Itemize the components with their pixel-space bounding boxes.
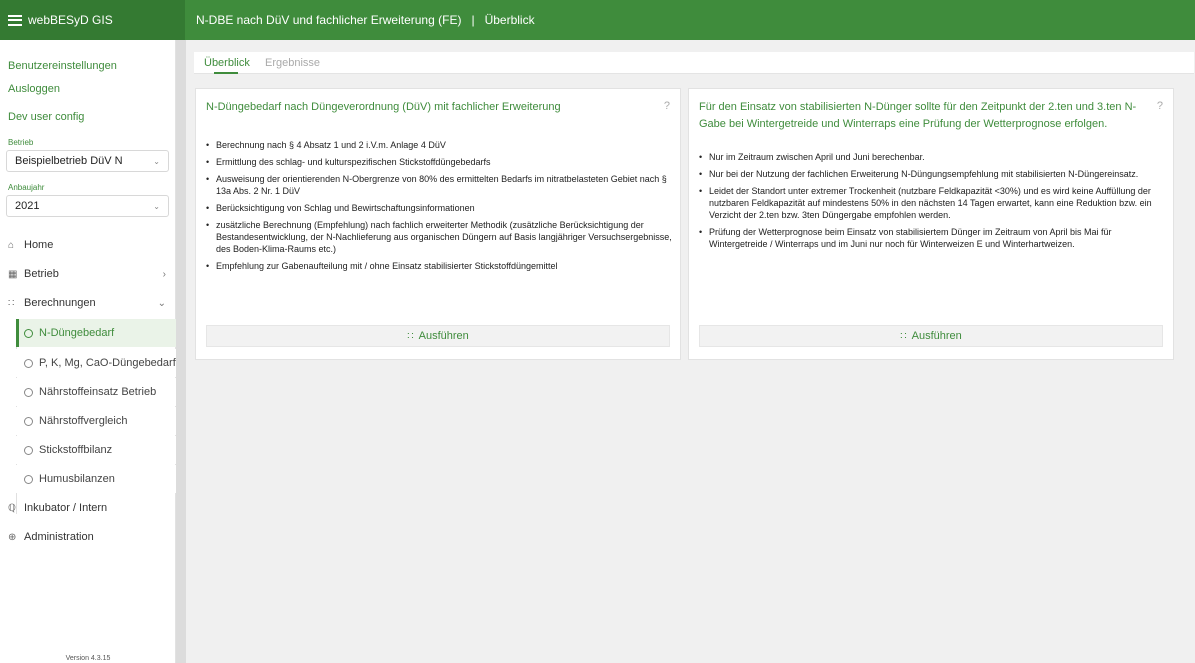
tab-ueberblick[interactable]: Überblick	[204, 57, 250, 69]
betrieb-select[interactable]: Beispielbetrieb DüV N ⌄	[6, 150, 169, 172]
radio-icon	[24, 416, 33, 426]
nav-inkubator[interactable]: ℚ Inkubator / Intern	[0, 495, 176, 521]
run-button-label: Ausführen	[911, 330, 962, 342]
list-item: Ermittlung des schlag- und kulturspezifi…	[206, 156, 672, 168]
help-icon[interactable]: ?	[1157, 100, 1163, 112]
sidebar: Benutzereinstellungen Ausloggen Dev user…	[0, 40, 176, 663]
building-icon: ▦	[8, 268, 18, 280]
radio-icon	[24, 474, 33, 484]
list-item: Nur im Zeitraum zwischen April und Juni …	[699, 151, 1165, 163]
sub-item-label: Nährstoffeinsatz Betrieb	[39, 386, 157, 398]
nav-betrieb-label: Betrieb	[24, 268, 59, 280]
sidebar-gutter	[176, 40, 186, 663]
logout-link[interactable]: Ausloggen	[8, 83, 60, 95]
nav-home[interactable]: ⌂ Home	[0, 232, 176, 258]
list-item: Berücksichtigung von Schlag und Bewirtsc…	[206, 202, 672, 214]
list-item: zusätzliche Berechnung (Empfehlung) nach…	[206, 219, 672, 255]
card-bullet-list: Nur im Zeitraum zwischen April und Juni …	[699, 151, 1165, 255]
nav-administration[interactable]: ⊕ Administration	[0, 524, 176, 550]
version-label: Version 4.3.15	[65, 655, 111, 662]
sub-item-label: Nährstoffvergleich	[39, 415, 128, 427]
card-n-duengebedarf: N-Düngebedarf nach Düngeverordnung (DüV)…	[195, 88, 681, 360]
card-title: Für den Einsatz von stabilisierten N-Dün…	[699, 101, 1137, 130]
sub-item-label: Humusbilanzen	[39, 473, 115, 485]
sub-item-naehrstoffvergleich[interactable]: Nährstoffvergleich	[16, 407, 176, 435]
main-content: Überblick Ergebnisse N-Düngebedarf nach …	[186, 40, 1195, 663]
run-icon: ∷	[407, 330, 414, 342]
home-icon: ⌂	[8, 239, 15, 251]
radio-icon	[24, 387, 33, 397]
chevron-down-icon: ⌄	[157, 297, 166, 309]
list-item: Berechnung nach § 4 Absatz 1 und 2 i.V.m…	[206, 139, 672, 151]
brand[interactable]: webBESyD GIS	[0, 0, 185, 40]
page-title: N-DBE nach DüV und fachlicher Erweiterun…	[196, 13, 535, 27]
anbaujahr-select[interactable]: 2021 ⌄	[6, 195, 169, 217]
sub-item-label: P, K, Mg, CaO-Düngebedarf	[39, 357, 176, 369]
run-icon: ∷	[900, 330, 907, 342]
help-icon[interactable]: ?	[664, 100, 670, 112]
card-bullet-list: Berechnung nach § 4 Absatz 1 und 2 i.V.m…	[206, 139, 672, 277]
radio-icon	[24, 358, 33, 368]
nav-betrieb[interactable]: ▦ Betrieb ›	[0, 261, 176, 287]
hamburger-menu-icon[interactable]	[8, 14, 22, 26]
chevron-down-icon: ⌄	[153, 201, 160, 211]
sub-item-pkmg-duengebedarf[interactable]: P, K, Mg, CaO-Düngebedarf	[16, 349, 176, 377]
anbaujahr-select-value: 2021	[15, 200, 40, 212]
card-title: N-Düngebedarf nach Düngeverordnung (DüV)…	[206, 101, 561, 113]
sub-item-stickstoffbilanz[interactable]: Stickstoffbilanz	[16, 436, 176, 464]
flask-icon: ℚ	[8, 502, 16, 514]
chevron-right-icon: ›	[162, 268, 166, 280]
plus-circle-icon: ⊕	[8, 531, 17, 543]
chevron-down-icon: ⌄	[153, 156, 160, 166]
top-bar: webBESyD GIS N-DBE nach DüV und fachlich…	[0, 0, 1195, 40]
tab-ergebnisse[interactable]: Ergebnisse	[265, 57, 320, 69]
list-item: Ausweisung der orientierenden N-Obergren…	[206, 173, 672, 197]
calculator-icon: ∷	[8, 297, 15, 309]
sub-item-naehrstoffeinsatz[interactable]: Nährstoffeinsatz Betrieb	[16, 378, 176, 406]
betrieb-select-value: Beispielbetrieb DüV N	[15, 155, 123, 167]
tabs-bar: Überblick Ergebnisse	[194, 52, 1194, 74]
run-button[interactable]: ∷ Ausführen	[699, 325, 1163, 347]
list-item: Prüfung der Wetterprognose beim Einsatz …	[699, 226, 1165, 250]
nav-berechnungen-label: Berechnungen	[24, 297, 96, 309]
card-stabilisierte-duenger: Für den Einsatz von stabilisierten N-Dün…	[688, 88, 1174, 360]
nav-administration-label: Administration	[24, 531, 94, 543]
list-item: Nur bei der Nutzung der fachlichen Erwei…	[699, 168, 1165, 180]
sub-item-humusbilanzen[interactable]: Humusbilanzen	[16, 465, 176, 493]
nav-inkubator-label: Inkubator / Intern	[24, 502, 108, 514]
betrieb-label: Betrieb	[8, 138, 34, 147]
radio-icon	[24, 328, 33, 338]
brand-title: webBESyD GIS	[28, 13, 113, 27]
list-item: Leidet der Standort unter extremer Trock…	[699, 185, 1165, 221]
anbaujahr-label: Anbaujahr	[8, 183, 45, 192]
list-item: Empfehlung zur Gabenaufteilung mit / ohn…	[206, 260, 672, 272]
sub-item-label: Stickstoffbilanz	[39, 444, 113, 456]
dev-user-config-link[interactable]: Dev user config	[8, 111, 84, 123]
user-settings-link[interactable]: Benutzereinstellungen	[8, 60, 117, 72]
nav-home-label: Home	[24, 239, 54, 251]
nav-berechnungen[interactable]: ∷ Berechnungen ⌄	[0, 290, 176, 316]
run-button[interactable]: ∷ Ausführen	[206, 325, 670, 347]
sub-item-n-duengebedarf[interactable]: N-Düngebedarf	[16, 319, 176, 347]
run-button-label: Ausführen	[418, 330, 469, 342]
sub-item-label: N-Düngebedarf	[39, 327, 115, 339]
active-tab-indicator	[214, 72, 238, 74]
radio-icon	[24, 445, 33, 455]
